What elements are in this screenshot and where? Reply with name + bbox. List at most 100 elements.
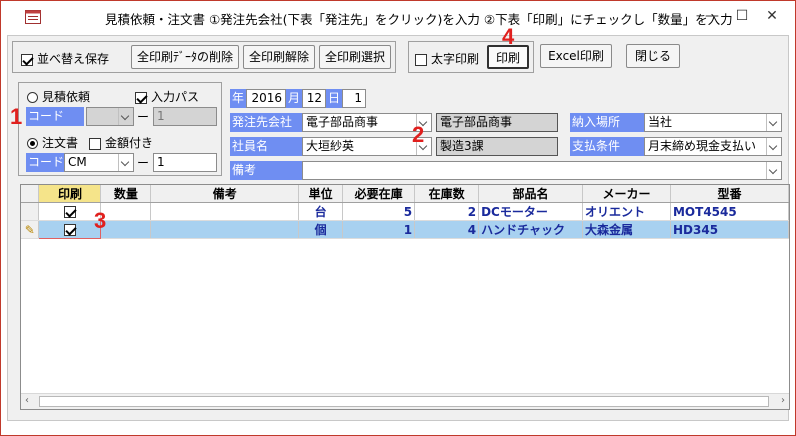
payment-label: 支払条件: [570, 137, 644, 156]
excel-print-button[interactable]: Excel印刷: [540, 44, 612, 68]
department-display: 製造3課: [436, 137, 558, 156]
day-label: 日: [326, 89, 342, 108]
order-radio-icon[interactable]: [27, 138, 38, 149]
delivery-label: 納入場所: [570, 113, 644, 132]
remarks-combo[interactable]: [302, 161, 782, 180]
col-header-stock[interactable]: 在庫数: [414, 185, 480, 203]
code-combo-estimate[interactable]: [86, 107, 134, 126]
parts-table: 印刷 数量 備考 単位 必要在庫 在庫数 部品名 メーカー 型番 台 5 2 D…: [21, 185, 790, 239]
table-row[interactable]: ✎ 個 1 4 ハンドチャック 大森金属 HD345: [21, 220, 790, 239]
col-header-print[interactable]: 印刷: [38, 185, 102, 203]
supplier-label: 発注先会社: [230, 113, 302, 132]
annotation-number-3: 3: [94, 208, 107, 233]
month-label: 月: [286, 89, 302, 108]
estimate-radio-icon[interactable]: [27, 92, 38, 103]
form-app-icon: [25, 10, 41, 24]
print-check-icon[interactable]: [63, 206, 76, 218]
code-combo-order-value: CM: [68, 155, 87, 169]
input-pass-check-icon[interactable]: [135, 91, 147, 104]
month-field[interactable]: 12: [302, 89, 326, 108]
print-check-icon[interactable]: [63, 224, 76, 236]
amount-check-icon[interactable]: [89, 137, 101, 150]
stock-cell[interactable]: 2: [414, 202, 480, 221]
bold-print-label: 太字印刷: [431, 52, 480, 66]
dash-estimate: ー: [137, 110, 150, 124]
scroll-right-icon[interactable]: ›: [781, 395, 785, 406]
close-icon[interactable]: ✕: [757, 5, 787, 27]
select-all-print-button[interactable]: 全印刷選択: [319, 45, 391, 69]
amount-label: 金額付き: [105, 136, 154, 150]
maker-cell[interactable]: 大森金属: [582, 220, 671, 239]
supplier-display: 電子部品商事: [436, 113, 558, 132]
order-label: 注文書: [42, 136, 79, 150]
parts-grid: 印刷 数量 備考 単位 必要在庫 在庫数 部品名 メーカー 型番 台 5 2 D…: [20, 184, 790, 410]
code-label-estimate: コード: [26, 107, 84, 126]
order-radio[interactable]: 注文書: [27, 134, 78, 151]
col-header-maker[interactable]: メーカー: [582, 185, 671, 203]
chevron-down-icon[interactable]: [118, 154, 133, 171]
sort-save-check-icon[interactable]: [21, 53, 33, 66]
print-cell[interactable]: [38, 220, 102, 239]
part-cell[interactable]: ハンドチャック: [478, 220, 584, 239]
remarks-cell[interactable]: [150, 202, 300, 221]
qty-cell[interactable]: [100, 220, 152, 239]
unit-cell[interactable]: 個: [298, 220, 344, 239]
payment-combo[interactable]: 月末締め現金支払い: [644, 137, 782, 156]
required-cell[interactable]: 5: [342, 202, 416, 221]
col-header-remarks[interactable]: 備考: [150, 185, 300, 203]
dash-order: ー: [137, 156, 150, 170]
model-cell[interactable]: MOT4545: [670, 202, 790, 221]
day-field[interactable]: 1: [342, 89, 366, 108]
bold-print-checkbox[interactable]: 太字印刷: [415, 50, 479, 67]
supplier-combo-value: 電子部品商事: [306, 115, 379, 129]
code-number-estimate[interactable]: 1: [153, 107, 217, 126]
col-header-required[interactable]: 必要在庫: [342, 185, 416, 203]
chevron-down-icon[interactable]: [118, 108, 133, 125]
unit-cell[interactable]: 台: [298, 202, 344, 221]
form-client-area: 並べ替え保存 全印刷ﾃﾞｰﾀの削除 全印刷解除 全印刷選択 太字印刷 印刷 Ex…: [7, 24, 790, 421]
chevron-down-icon[interactable]: [766, 138, 781, 155]
table-row[interactable]: 台 5 2 DCモーター オリエント MOT4545: [21, 202, 790, 221]
delete-print-data-button[interactable]: 全印刷ﾃﾞｰﾀの削除: [131, 45, 239, 69]
row-selector[interactable]: [21, 202, 40, 221]
close-form-button[interactable]: 閉じる: [626, 44, 680, 68]
qty-cell[interactable]: [100, 202, 152, 221]
document-type-panel: 見積依頼 入力パス コード ー 1 注文書 金額付き コード CM ー 1: [18, 82, 222, 176]
bold-print-check-icon[interactable]: [415, 53, 427, 66]
required-cell[interactable]: 1: [342, 220, 416, 239]
minimize-icon[interactable]: —: [697, 5, 727, 27]
chevron-down-icon[interactable]: [766, 162, 781, 179]
maximize-icon[interactable]: ☐: [727, 5, 757, 27]
remarks-label: 備考: [230, 161, 302, 180]
estimate-radio[interactable]: 見積依頼: [27, 88, 90, 105]
scrollbar-thumb[interactable]: [39, 396, 769, 407]
code-number-order[interactable]: 1: [153, 153, 217, 172]
col-header-unit[interactable]: 単位: [298, 185, 344, 203]
col-header-model[interactable]: 型番: [670, 185, 790, 203]
app-window: 見積依頼・注文書 ①発注先会社(下表「発注先」をクリック)を入力 ②下表「印刷」…: [0, 0, 796, 436]
scroll-left-icon[interactable]: ‹: [25, 395, 29, 406]
amount-checkbox[interactable]: 金額付き: [89, 134, 153, 151]
year-field[interactable]: 2016: [246, 89, 286, 108]
code-combo-order[interactable]: CM: [64, 153, 134, 172]
pencil-icon[interactable]: ✎: [21, 220, 40, 239]
chevron-down-icon[interactable]: [766, 114, 781, 131]
stock-cell[interactable]: 4: [414, 220, 480, 239]
model-cell[interactable]: HD345: [670, 220, 790, 239]
part-cell[interactable]: DCモーター: [478, 202, 584, 221]
horizontal-scrollbar[interactable]: ‹ ›: [21, 393, 789, 409]
input-pass-checkbox[interactable]: 入力パス: [135, 88, 199, 105]
col-header-qty[interactable]: 数量: [100, 185, 152, 203]
maker-cell[interactable]: オリエント: [582, 202, 671, 221]
clear-all-print-button[interactable]: 全印刷解除: [243, 45, 315, 69]
employee-combo-value: 大垣紗英: [306, 139, 355, 153]
remarks-cell[interactable]: [150, 220, 300, 239]
delivery-combo[interactable]: 当社: [644, 113, 782, 132]
col-header-part[interactable]: 部品名: [478, 185, 584, 203]
annotation-number-2: 2: [412, 122, 425, 147]
year-label: 年: [230, 89, 246, 108]
print-cell[interactable]: [38, 202, 102, 221]
payment-combo-value: 月末締め現金支払い: [648, 139, 757, 153]
sort-save-checkbox[interactable]: 並べ替え保存: [21, 50, 109, 67]
row-selector-header: [21, 185, 40, 203]
